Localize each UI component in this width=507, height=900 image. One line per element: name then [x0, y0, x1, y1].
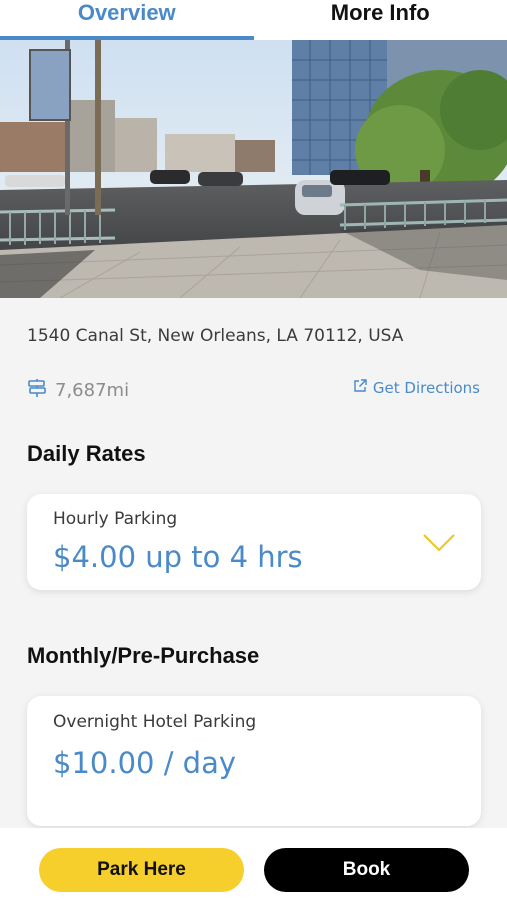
- rate-label: Hourly Parking: [53, 509, 178, 529]
- hourly-parking-card[interactable]: Hourly Parking $4.00 up to 4 hrs: [27, 494, 481, 590]
- rate-price: $10.00 / day: [53, 746, 237, 780]
- active-tab-indicator: [0, 36, 254, 39]
- rate-label: Overnight Hotel Parking: [53, 712, 257, 732]
- rate-price: $4.00 up to 4 hrs: [53, 540, 303, 574]
- tab-overview[interactable]: Overview: [0, 0, 254, 40]
- overnight-parking-card[interactable]: Overnight Hotel Parking $10.00 / day: [27, 696, 481, 826]
- bottom-action-bar: Park Here Book: [0, 828, 507, 900]
- get-directions-label: Get Directions: [372, 379, 480, 397]
- distance-row: 7,687mi: [27, 378, 129, 403]
- location-photo: [0, 40, 507, 298]
- park-here-button[interactable]: Park Here: [39, 848, 244, 892]
- get-directions-link[interactable]: Get Directions: [353, 379, 480, 397]
- location-address: 1540 Canal St, New Orleans, LA 70112, US…: [27, 326, 404, 346]
- signpost-icon: [27, 378, 47, 403]
- tab-more-info[interactable]: More Info: [254, 0, 507, 40]
- monthly-title: Monthly/Pre-Purchase: [27, 643, 260, 668]
- book-button[interactable]: Book: [264, 848, 469, 892]
- tab-bar: Overview More Info: [0, 0, 507, 40]
- daily-rates-title: Daily Rates: [27, 441, 146, 466]
- external-link-icon: [353, 379, 367, 397]
- chevron-down-icon[interactable]: [423, 534, 455, 557]
- distance-text: 7,687mi: [55, 380, 130, 401]
